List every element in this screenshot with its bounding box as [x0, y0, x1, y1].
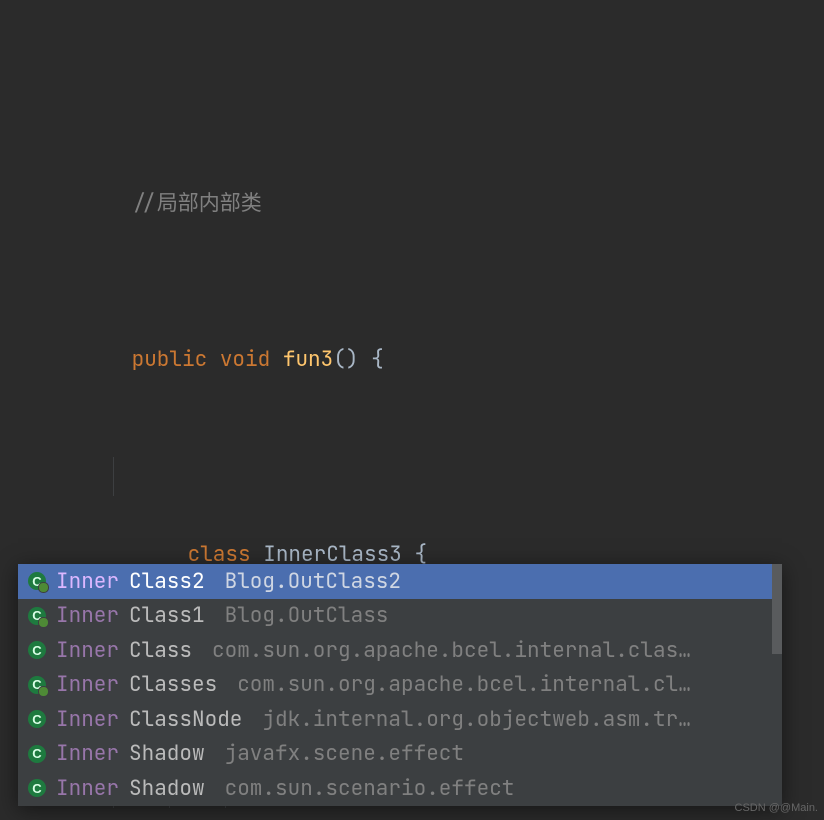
comment: //局部内部类: [132, 190, 262, 217]
autocomplete-rest: Shadow: [129, 740, 205, 767]
keyword: public: [132, 346, 208, 373]
autocomplete-package: Blog.OutClass2: [225, 568, 401, 595]
autocomplete-match: Inner: [56, 671, 119, 698]
autocomplete-item[interactable]: C Inner Class com.sun.org.apache.bcel.inter…: [18, 633, 782, 668]
autocomplete-rest: Class1: [129, 602, 205, 629]
autocomplete-popup[interactable]: C Inner Class2 Blog.OutClass2 C Inner Class1 Bl…: [18, 564, 782, 806]
autocomplete-item[interactable]: C Inner Class2 Blog.OutClass2: [18, 564, 782, 599]
autocomplete-rest: Shadow: [129, 775, 205, 802]
autocomplete-package: javafx.scene.effect: [225, 740, 464, 767]
autocomplete-package: com.sun.org.apache.bcel.internal.cl…: [237, 671, 691, 698]
autocomplete-rest: Classes: [129, 671, 217, 698]
autocomplete-item[interactable]: C Inner Classes com.sun.org.apache.bcel.int…: [18, 668, 782, 703]
autocomplete-match: Inner: [56, 568, 119, 595]
autocomplete-scroll-thumb[interactable]: [772, 564, 782, 654]
watermark: CSDN @@Main.: [735, 802, 818, 814]
class-icon: C: [28, 710, 46, 728]
code-line[interactable]: public void fun3() {: [0, 301, 824, 340]
autocomplete-item[interactable]: C Inner Shadow com.sun.scenario.effect: [18, 771, 782, 806]
autocomplete-package: Blog.OutClass: [225, 602, 389, 629]
autocomplete-rest: ClassNode: [129, 706, 242, 733]
code-editor[interactable]: //局部内部类 public void fun3() { class Inner…: [0, 0, 824, 820]
autocomplete-match: Inner: [56, 775, 119, 802]
method-name: fun3: [283, 346, 333, 373]
autocomplete-item[interactable]: C Inner Shadow javafx.scene.effect: [18, 737, 782, 772]
autocomplete-rest: Class2: [129, 568, 205, 595]
keyword: void: [220, 346, 270, 373]
autocomplete-package: com.sun.scenario.effect: [225, 775, 515, 802]
autocomplete-match: Inner: [56, 740, 119, 767]
autocomplete-item[interactable]: C Inner Class1 Blog.OutClass: [18, 599, 782, 634]
autocomplete-match: Inner: [56, 706, 119, 733]
autocomplete-package: com.sun.org.apache.bcel.internal.clas…: [212, 637, 691, 664]
autocomplete-match: Inner: [56, 637, 119, 664]
class-icon: C: [28, 572, 46, 590]
autocomplete-item[interactable]: C Inner ClassNode jdk.internal.org.objectwe…: [18, 702, 782, 737]
class-icon: C: [28, 607, 46, 625]
class-icon: C: [28, 745, 46, 763]
autocomplete-package: jdk.internal.org.objectweb.asm.tr…: [262, 706, 690, 733]
class-icon: C: [28, 779, 46, 797]
code-line[interactable]: //局部内部类: [0, 145, 824, 184]
class-icon: C: [28, 676, 46, 694]
autocomplete-scrollbar[interactable]: [772, 564, 782, 806]
autocomplete-match: Inner: [56, 602, 119, 629]
autocomplete-rest: Class: [129, 637, 192, 664]
code-line[interactable]: class InnerClass3 {: [0, 457, 824, 496]
class-icon: C: [28, 641, 46, 659]
